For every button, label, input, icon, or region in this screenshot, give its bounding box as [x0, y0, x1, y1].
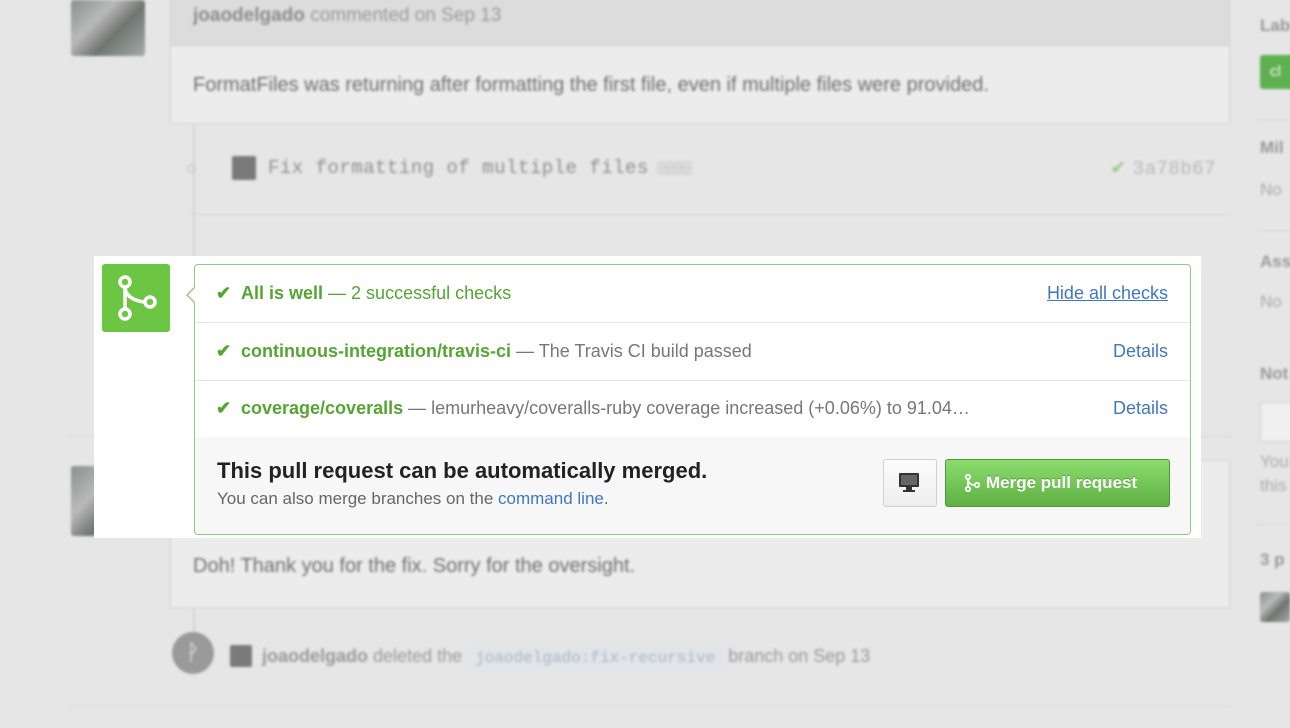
commit-message[interactable]: Fix formatting of multiple files ···: [268, 157, 692, 179]
status-check-row: ✔ continuous-integration/travis-ci — The…: [195, 323, 1190, 381]
status-summary: — 2 successful checks: [328, 283, 512, 303]
sidebar-labels-heading: Lab: [1260, 16, 1290, 35]
status-check-row: ✔ coverage/coveralls — lemurheavy/covera…: [195, 380, 1190, 438]
divider: [190, 214, 1230, 215]
git-merge-icon: [964, 474, 980, 492]
sidebar-assignee-value: No: [1260, 292, 1282, 311]
commit-sha[interactable]: ✔ 3a78b67: [1110, 157, 1216, 180]
merge-status-box: ✔ All is well — 2 successful checks Hide…: [186, 264, 1191, 535]
check-description: — lemurheavy/coveralls-ruby coverage inc…: [408, 398, 970, 418]
command-line-instructions-button[interactable]: [883, 459, 937, 507]
commit-entry: ○ Fix formatting of multiple files ··· ✔ 3…: [186, 150, 1226, 190]
commit-expand-button[interactable]: ···: [656, 160, 692, 175]
sidebar-label-chip[interactable]: cl: [1260, 55, 1290, 89]
command-line-link[interactable]: command line: [498, 489, 604, 508]
merge-footer: This pull request can be automatically m…: [195, 437, 1190, 534]
check-context: coverage/coveralls: [241, 398, 404, 418]
sidebar-notifications-text: You: [1260, 452, 1289, 471]
participant-avatar[interactable]: [1260, 592, 1290, 622]
commenter-avatar: [71, 0, 145, 56]
divider: [1258, 230, 1290, 231]
first-comment-body: FormatFiles was returning after formatti…: [193, 74, 989, 96]
sidebar-assignee-heading: Ass: [1260, 252, 1290, 271]
event-author-avatar[interactable]: [230, 645, 252, 667]
divider: [1258, 524, 1290, 525]
divider: [70, 706, 1230, 707]
merge-note: You can also merge branches on the comma…: [217, 489, 609, 508]
hide-all-checks-link[interactable]: Hide all checks: [1047, 283, 1168, 304]
checkmark-icon: ✔: [216, 341, 232, 361]
checkmark-icon: ✔: [216, 398, 232, 418]
comment-author[interactable]: joaodelgado: [193, 5, 305, 26]
check-context: continuous-integration/travis-ci: [241, 341, 512, 361]
git-merge-icon: [102, 264, 170, 332]
comment-action: commented on Sep 13: [310, 5, 502, 26]
commit-author-avatar[interactable]: [232, 156, 256, 180]
branch-icon: ᚹ: [172, 632, 214, 674]
sidebar-participants-heading: 3 p: [1260, 550, 1285, 569]
subscribe-button[interactable]: [1260, 402, 1290, 442]
check-description: — The Travis CI build passed: [516, 341, 752, 361]
event-author[interactable]: joaodelgado: [262, 646, 368, 666]
divider: [1258, 120, 1290, 121]
event-suffix: branch on Sep 13: [728, 646, 871, 666]
first-comment: joaodelgado commented on Sep 13 FormatFi…: [170, 0, 1230, 124]
sidebar-notifications-heading: Not: [1260, 364, 1289, 383]
check-details-link[interactable]: Details: [1113, 341, 1168, 362]
branch-deleted-event: ᚹ joaodelgado deleted the joaodelgado:fi…: [172, 632, 1232, 678]
event-action: deleted the: [373, 646, 463, 666]
first-comment-header: joaodelgado commented on Sep 13: [171, 0, 1229, 46]
check-details-link[interactable]: Details: [1113, 398, 1168, 419]
commit-dot-icon: ○: [186, 158, 197, 178]
merge-panel: ✔ All is well — 2 successful checks Hide…: [94, 256, 1201, 538]
merge-pull-request-button[interactable]: Merge pull request: [945, 459, 1170, 507]
merge-button-label: Merge pull request: [986, 473, 1138, 492]
merge-heading: This pull request can be automatically m…: [217, 458, 708, 483]
checks-summary-row: ✔ All is well — 2 successful checks Hide…: [195, 265, 1190, 323]
checkmark-icon: ✔: [216, 283, 232, 303]
desktop-icon: [899, 473, 919, 492]
branch-name: joaodelgado:fix-recursive: [467, 645, 724, 671]
check-icon: ✔: [1110, 158, 1127, 180]
sidebar-notifications-text: this: [1260, 476, 1287, 495]
sidebar-milestone-heading: Mil: [1260, 138, 1284, 157]
status-title: All is well: [241, 283, 324, 303]
sidebar-milestone-value: No: [1260, 180, 1282, 199]
